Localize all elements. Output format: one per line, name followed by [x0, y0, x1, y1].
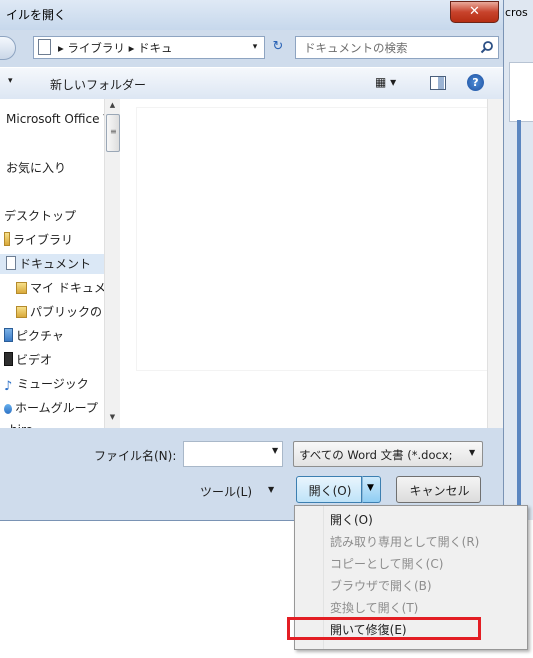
folder-icon	[16, 306, 27, 318]
filename-dropdown-icon[interactable]: ▼	[272, 446, 278, 455]
filetype-dropdown-icon: ▼	[469, 448, 476, 457]
homegroup-icon	[4, 404, 12, 414]
file-list[interactable]	[120, 99, 492, 428]
nav-item-documents[interactable]: ドキュメント	[0, 254, 104, 274]
nav-item-label: Microsoft Office V	[6, 112, 112, 126]
file-list-area	[136, 107, 492, 371]
new-folder-button[interactable]: 新しいフォルダー	[50, 76, 146, 93]
help-icon[interactable]: ?	[467, 74, 484, 91]
nav-item-label: ミュージック	[17, 377, 89, 391]
menu-item-open-with-transform[interactable]: 変換して開く(T)	[330, 598, 418, 618]
navigation-pane: Microsoft Office V お気に入り デスクトップ ライブラリ ドキ…	[0, 99, 120, 428]
grip-icon: ≡	[110, 127, 117, 136]
nav-item-label: お気に入り	[6, 161, 67, 175]
address-dropdown-icon[interactable]: ▾	[247, 37, 263, 58]
folder-icon	[16, 282, 27, 294]
cancel-button-label: キャンセル	[409, 484, 470, 498]
nav-item-user[interactable]: hiro	[10, 420, 33, 428]
scroll-down-icon[interactable]: ▼	[105, 413, 120, 425]
nav-item-videos[interactable]: ビデオ	[4, 350, 52, 370]
tools-button[interactable]: ツール(L)	[200, 483, 252, 500]
nav-item-label: ライブラリ	[13, 233, 74, 247]
breadcrumb[interactable]: ▸ ライブラリ ▸ ドキュ	[58, 40, 173, 56]
search-input[interactable]: ドキュメントの検索	[295, 36, 499, 59]
scroll-thumb[interactable]: ≡	[106, 114, 120, 152]
pictures-icon	[4, 328, 13, 342]
nav-item-homegroup[interactable]: ホームグループ	[4, 398, 98, 418]
background-window-title: cros	[505, 6, 528, 19]
nav-item-label: ピクチャ	[16, 329, 64, 343]
background-window-panel	[509, 62, 533, 122]
search-icon[interactable]	[480, 40, 495, 55]
address-bar[interactable]: ▸ ライブラリ ▸ ドキュ	[33, 36, 265, 59]
nav-item-office[interactable]: Microsoft Office V	[6, 109, 111, 129]
library-icon	[4, 232, 10, 246]
nav-item-label: ホームグループ	[15, 401, 98, 415]
nav-item-label: デスクトップ	[4, 209, 77, 223]
open-button-label: 開く(O)	[308, 484, 352, 498]
toolbar: ▾ 新しいフォルダー ▦ ▾ ?	[0, 67, 503, 101]
organize-dropdown-icon[interactable]: ▾	[8, 76, 13, 86]
close-button[interactable]: ✕	[450, 1, 499, 23]
tools-dropdown-icon[interactable]: ▼	[268, 485, 274, 494]
open-split-button[interactable]: ▼	[362, 476, 381, 503]
close-icon: ✕	[469, 4, 480, 19]
nav-scrollbar[interactable]: ▲ ≡ ▼	[104, 99, 120, 428]
documents-icon	[6, 256, 16, 270]
view-options-button[interactable]: ▦ ▾	[375, 75, 410, 93]
background-window-scrollbar	[517, 120, 521, 510]
open-file-dialog: イルを開く ✕ ▸ ライブラリ ▸ ドキュ ▾ ↻ ドキュメントの検索 ▾ 新し…	[0, 0, 504, 521]
nav-item-label: hiro	[10, 423, 33, 428]
nav-item-favorites[interactable]: お気に入り	[6, 158, 66, 178]
nav-item-desktop[interactable]: デスクトップ	[4, 206, 76, 226]
file-list-scrollbar[interactable]	[487, 99, 503, 428]
nav-item-pictures[interactable]: ピクチャ	[4, 326, 64, 346]
filename-field[interactable]: ▼	[183, 441, 283, 467]
preview-pane-icon-fill	[438, 77, 444, 89]
nav-item-public-documents[interactable]: パブリックの	[16, 302, 102, 322]
videos-icon	[4, 352, 13, 366]
nav-item-libraries[interactable]: ライブラリ	[4, 230, 73, 250]
back-button[interactable]	[0, 36, 16, 60]
preview-pane-icon[interactable]	[430, 76, 446, 90]
menu-item-open-read-only[interactable]: 読み取り専用として開く(R)	[330, 532, 479, 552]
filetype-select[interactable]: すべての Word 文書 (*.docx; ▼	[293, 441, 483, 467]
chevron-down-icon: ▼	[367, 483, 374, 493]
title-bar[interactable]: イルを開く ✕	[0, 0, 503, 30]
nav-item-music[interactable]: ♪ ミュージック	[4, 374, 89, 394]
menu-item-open-as-copy[interactable]: コピーとして開く(C)	[330, 554, 443, 574]
filename-label: ファイル名(N):	[94, 449, 177, 463]
open-button[interactable]: 開く(O)	[296, 476, 362, 503]
dialog-title: イルを開く	[6, 8, 67, 22]
scroll-up-icon[interactable]: ▲	[105, 101, 120, 113]
nav-item-label: ドキュメント	[19, 257, 92, 271]
filetype-value: すべての Word 文書 (*.docx;	[299, 448, 453, 462]
menu-item-open-in-browser[interactable]: ブラウザで開く(B)	[330, 576, 432, 596]
highlight-annotation	[287, 617, 481, 640]
document-icon	[38, 39, 51, 55]
music-icon: ♪	[4, 379, 13, 394]
nav-item-label: パブリックの	[30, 305, 103, 319]
nav-item-my-documents[interactable]: マイ ドキュメ	[16, 278, 106, 298]
nav-item-label: ビデオ	[16, 353, 53, 367]
nav-item-label: マイ ドキュメ	[30, 281, 106, 295]
search-placeholder: ドキュメントの検索	[304, 41, 408, 55]
menu-item-open[interactable]: 開く(O)	[330, 510, 373, 530]
cancel-button[interactable]: キャンセル	[396, 476, 481, 503]
refresh-icon[interactable]: ↻	[266, 36, 290, 58]
